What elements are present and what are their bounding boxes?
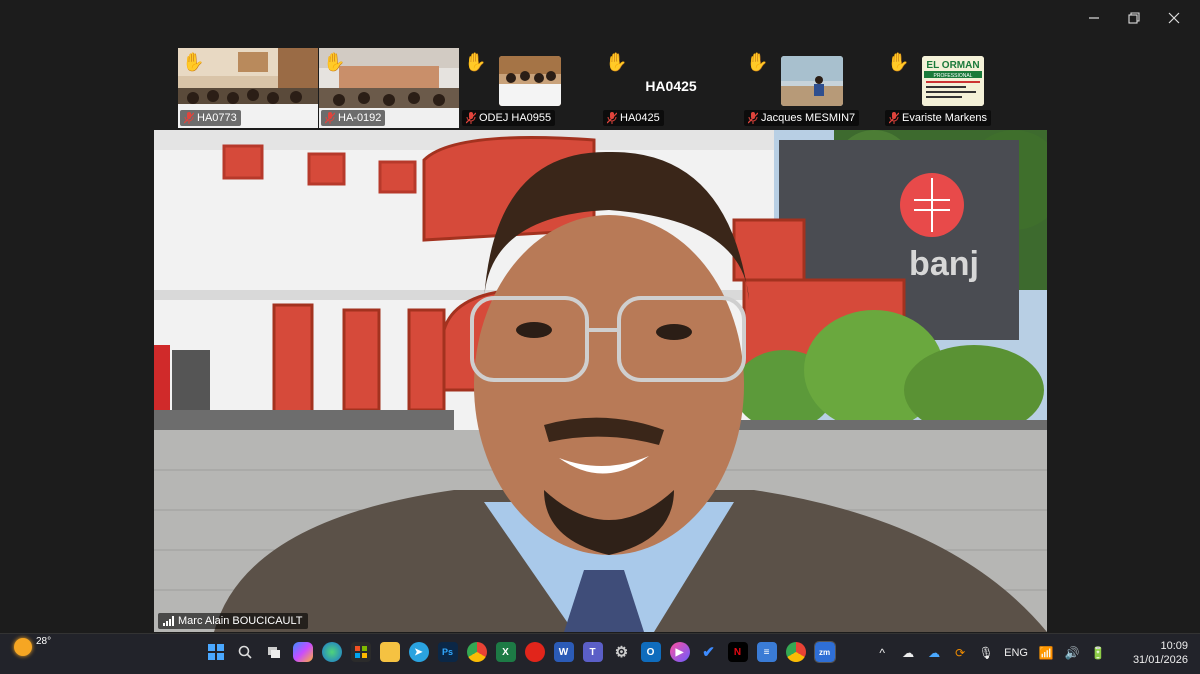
- participant-name: Evariste Markens: [902, 112, 987, 124]
- participant-label: Jacques MESMIN7: [744, 110, 860, 126]
- copilot-icon[interactable]: [292, 642, 313, 662]
- clock-date: 31/01/2026: [1132, 654, 1188, 666]
- clock-time: 10:09: [1160, 640, 1188, 652]
- window-controls: [1074, 6, 1194, 30]
- weather-temperature: 28°: [36, 635, 52, 647]
- pdf-icon[interactable]: [524, 642, 545, 662]
- connection-signal-icon: [163, 616, 174, 626]
- raised-hand-icon: ✋: [323, 52, 346, 72]
- participant-strip: ✋ HA0773 ✋ HA-0192 ✋ ODEJ HA0955 ✋ HA042…: [178, 48, 1023, 128]
- settings-icon[interactable]: ⚙: [612, 642, 632, 662]
- word-icon[interactable]: W: [553, 642, 574, 662]
- raised-hand-icon: ✋: [605, 52, 628, 72]
- restore-icon: [1128, 12, 1140, 24]
- participant-name: Jacques MESMIN7: [761, 112, 856, 124]
- netflix-icon[interactable]: N: [727, 642, 748, 662]
- sync-icon[interactable]: ⟳: [952, 645, 968, 661]
- file-explorer-icon[interactable]: [379, 642, 400, 662]
- speaker-video[interactable]: banj Marc Alain BOUCICAULT: [154, 130, 1047, 632]
- participant-name: HA-0192: [338, 112, 382, 124]
- building-logo-text: banj: [909, 245, 979, 283]
- edge-icon[interactable]: [321, 642, 342, 662]
- telegram-icon[interactable]: ➤: [408, 642, 429, 662]
- raised-hand-icon: ✋: [746, 52, 769, 72]
- media-player-icon[interactable]: ▶: [669, 642, 690, 662]
- participant-label: HA0773: [180, 110, 241, 126]
- participant-name: ODEJ HA0955: [479, 112, 552, 124]
- volume-icon[interactable]: 🔊: [1064, 645, 1080, 661]
- raised-hand-icon: ✋: [887, 52, 910, 72]
- raised-hand-icon: ✋: [464, 52, 487, 72]
- participant-label: HA-0192: [321, 110, 386, 126]
- taskbar-apps: ➤ Ps X W T ⚙ O ▶ ✔ N ≡ zm: [203, 641, 837, 663]
- teams-icon[interactable]: T: [582, 642, 603, 662]
- participant-tile[interactable]: ✋ HA-0192: [319, 48, 459, 128]
- mic-off-icon: [325, 112, 335, 124]
- participant-tile[interactable]: ✋ HA0773: [178, 48, 318, 128]
- wifi-icon[interactable]: 📶: [1038, 645, 1054, 661]
- close-button[interactable]: [1154, 6, 1194, 30]
- speaker-video-scene: banj: [154, 130, 1047, 632]
- battery-icon[interactable]: 🔋: [1090, 645, 1106, 661]
- task-view-icon[interactable]: [264, 642, 284, 662]
- minimize-button[interactable]: [1074, 6, 1114, 30]
- weather-sun-icon: [14, 638, 32, 656]
- close-icon: [1168, 12, 1180, 24]
- speaker-name-label: Marc Alain BOUCICAULT: [158, 613, 308, 629]
- chrome-icon[interactable]: [466, 642, 487, 662]
- participant-display-name: HA0425: [645, 78, 697, 94]
- participant-label: ODEJ HA0955: [462, 110, 556, 126]
- cloud-icon[interactable]: ☁: [900, 645, 916, 661]
- zoom-icon[interactable]: zm: [813, 641, 836, 663]
- participant-name: HA0425: [620, 112, 660, 124]
- participant-video: [499, 56, 561, 106]
- taskbar: 28° ➤ Ps X W T ⚙ O ▶ ✔ N ≡ zm ^ ☁ ☁ ⟳ 🎙 …: [0, 633, 1200, 674]
- outlook-icon[interactable]: O: [640, 642, 661, 662]
- raised-hand-icon: ✋: [182, 52, 205, 72]
- weather-widget[interactable]: 28°: [14, 635, 52, 656]
- logo-text: EL ORMAN: [926, 60, 979, 71]
- system-tray: ^ ☁ ☁ ⟳ 🎙 ENG 📶 🔊 🔋: [874, 645, 1106, 661]
- microphone-icon[interactable]: 🎙: [978, 645, 994, 661]
- participant-tile[interactable]: ✋ ODEJ HA0955: [460, 48, 600, 128]
- chevron-up-icon[interactable]: ^: [874, 645, 890, 661]
- participant-video: EL ORMAN PROFESSIONAL: [922, 56, 984, 106]
- language-indicator[interactable]: ENG: [1004, 647, 1028, 659]
- store-icon[interactable]: [350, 642, 371, 662]
- participant-name: HA0773: [197, 112, 237, 124]
- mic-off-icon: [607, 112, 617, 124]
- onedrive-icon[interactable]: ☁: [926, 645, 942, 661]
- chrome-icon-2[interactable]: [785, 642, 806, 662]
- clock[interactable]: 10:09 31/01/2026: [1133, 639, 1188, 667]
- minimize-icon: [1089, 17, 1099, 19]
- participant-video: [781, 56, 843, 106]
- mic-off-icon: [184, 112, 194, 124]
- notes-icon[interactable]: ≡: [756, 642, 777, 662]
- windows-start-icon[interactable]: [206, 642, 226, 662]
- mic-off-icon: [466, 112, 476, 124]
- participant-label: HA0425: [603, 110, 664, 126]
- participant-label: Evariste Markens: [885, 110, 991, 126]
- participant-tile[interactable]: EL ORMAN PROFESSIONAL ✋ Evariste Markens: [883, 48, 1023, 128]
- logo-subtext: PROFESSIONAL: [934, 73, 973, 79]
- speaker-name: Marc Alain BOUCICAULT: [178, 615, 303, 627]
- todo-icon[interactable]: ✔: [699, 642, 719, 662]
- participant-tile[interactable]: ✋ HA0425 HA0425: [601, 48, 741, 128]
- mic-off-icon: [889, 112, 899, 124]
- excel-icon[interactable]: X: [495, 642, 516, 662]
- search-icon[interactable]: [235, 642, 255, 662]
- photoshop-icon[interactable]: Ps: [437, 642, 458, 662]
- participant-tile[interactable]: ✋ Jacques MESMIN7: [742, 48, 882, 128]
- mic-off-icon: [748, 112, 758, 124]
- restore-button[interactable]: [1114, 6, 1154, 30]
